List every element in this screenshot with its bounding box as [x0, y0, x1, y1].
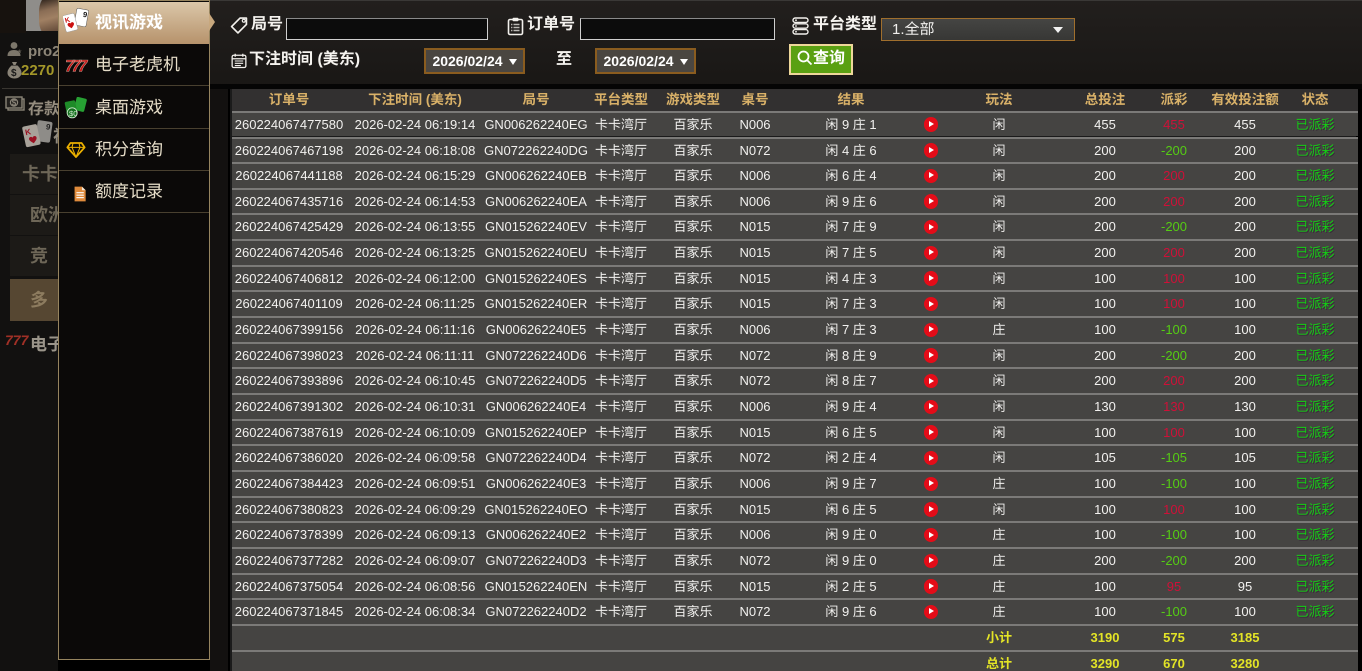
svg-text:$0: $0 [69, 109, 78, 118]
svg-text:777: 777 [65, 57, 89, 74]
svg-text:$: $ [12, 99, 17, 108]
svg-text:$: $ [11, 68, 17, 79]
svg-text:*: * [18, 48, 22, 57]
